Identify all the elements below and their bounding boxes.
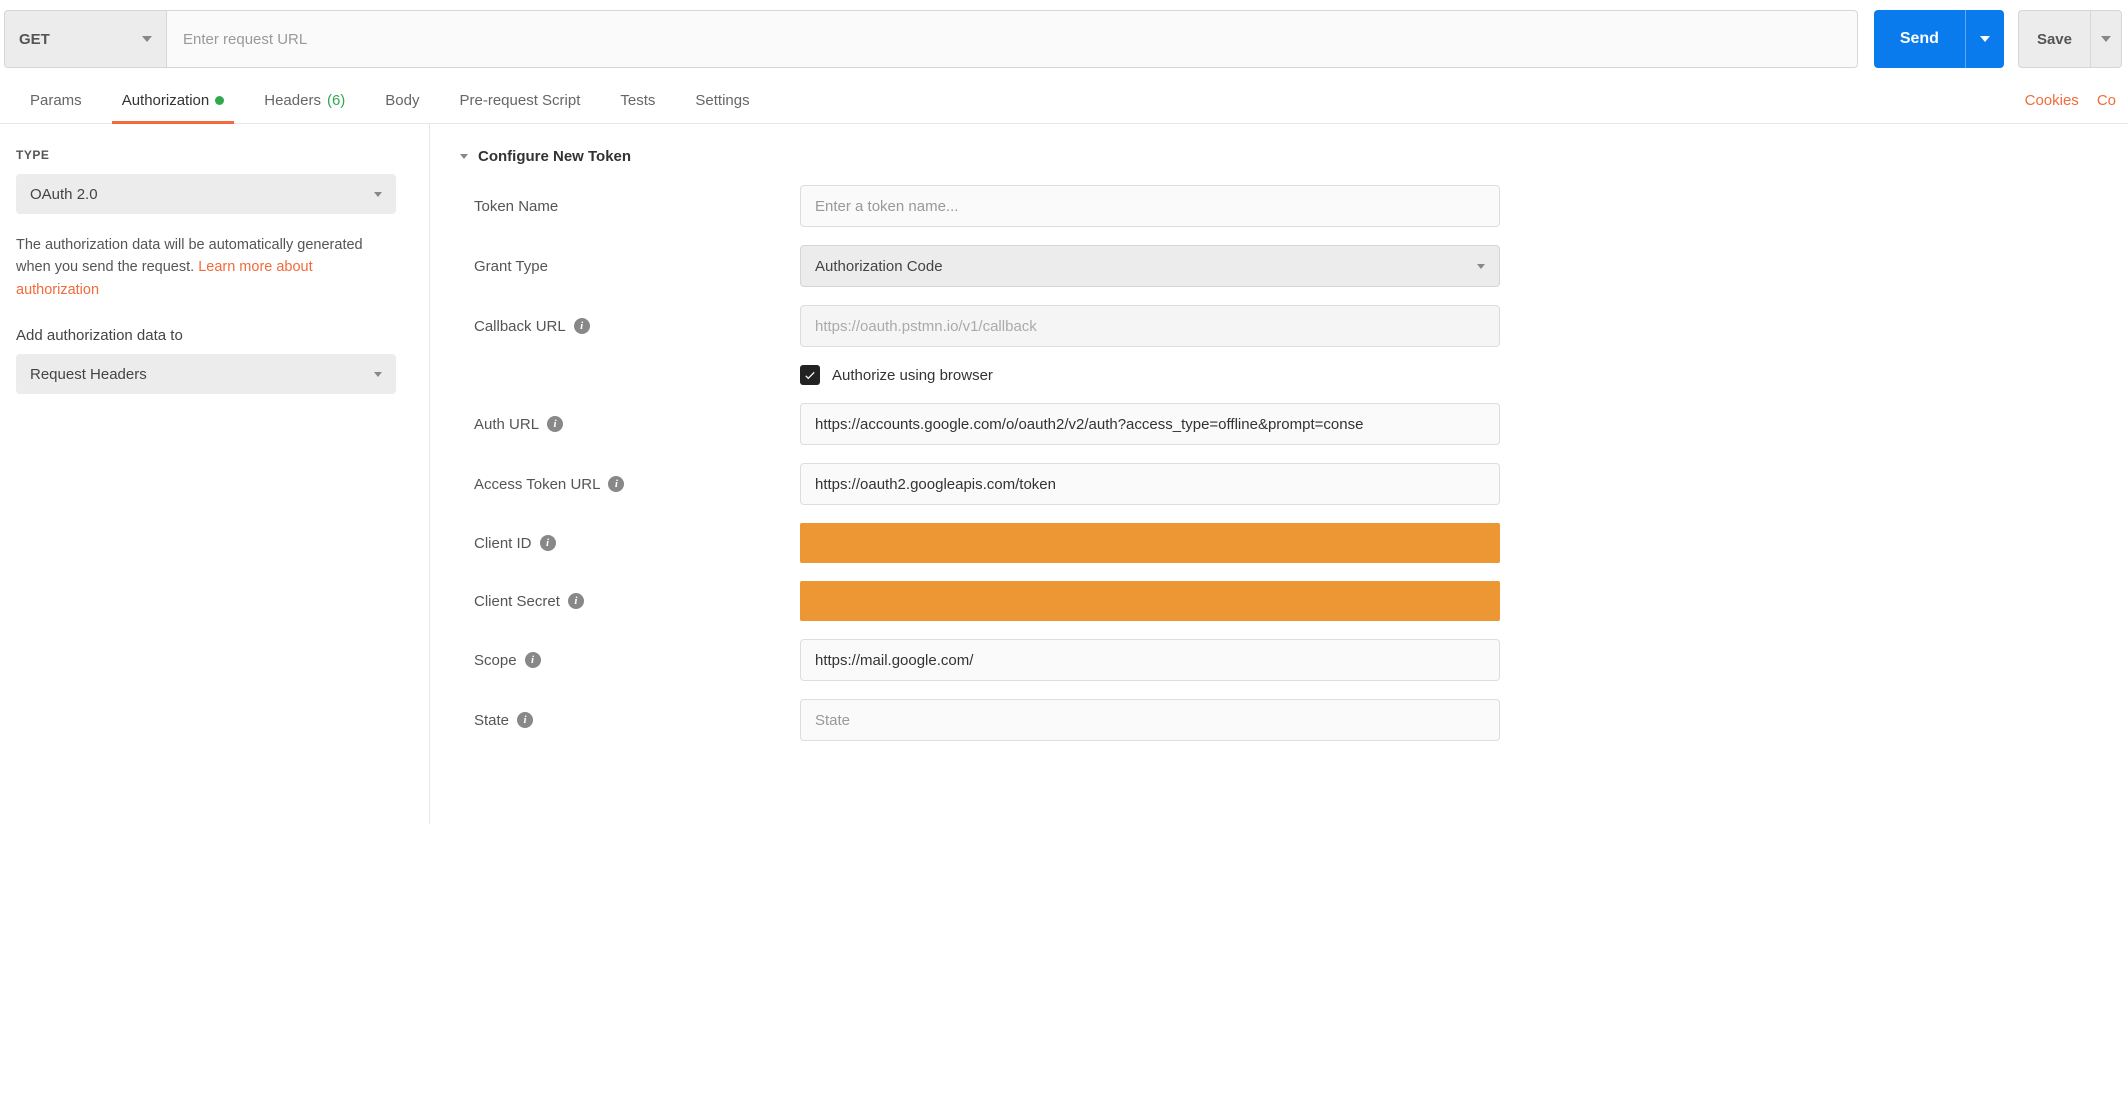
row-authorize-browser: Authorize using browser — [460, 365, 2112, 385]
tab-tests[interactable]: Tests — [600, 78, 675, 123]
client-id-label: Client ID — [474, 535, 532, 552]
chevron-down-icon — [374, 192, 382, 197]
scope-value: https://mail.google.com/ — [811, 648, 977, 673]
row-callback-url: Callback URL i — [460, 305, 2112, 347]
info-icon[interactable]: i — [525, 652, 541, 668]
access-token-url-label: Access Token URL — [474, 476, 600, 493]
row-auth-url: Auth URL i — [460, 403, 2112, 445]
add-auth-data-select[interactable]: Request Headers — [16, 354, 396, 394]
chevron-down-icon — [374, 372, 382, 377]
status-dot-icon — [215, 96, 224, 105]
tabs-right-links: Cookies Co — [2025, 92, 2118, 109]
access-token-url-input[interactable] — [800, 463, 1500, 505]
send-button-label: Send — [1874, 30, 1965, 48]
save-button-label: Save — [2019, 31, 2090, 48]
tab-params[interactable]: Params — [10, 78, 102, 123]
send-button[interactable]: Send — [1874, 10, 2004, 68]
chevron-down-icon — [1477, 264, 1485, 269]
token-name-label: Token Name — [474, 198, 558, 215]
scope-label: Scope — [474, 652, 517, 669]
info-icon[interactable]: i — [547, 416, 563, 432]
authorization-panel: TYPE OAuth 2.0 The authorization data wi… — [0, 124, 2128, 824]
grant-type-label: Grant Type — [474, 258, 548, 275]
info-icon[interactable]: i — [608, 476, 624, 492]
row-client-secret: Client Secret i — [460, 581, 2112, 621]
chevron-down-icon — [460, 154, 468, 159]
scope-input[interactable]: https://mail.google.com/ — [800, 639, 1500, 681]
row-state: State i — [460, 699, 2112, 741]
code-link[interactable]: Co — [2097, 92, 2116, 109]
send-dropdown-toggle[interactable] — [1965, 10, 2004, 68]
auth-type-title: TYPE — [16, 148, 411, 162]
row-access-token-url: Access Token URL i — [460, 463, 2112, 505]
state-label: State — [474, 712, 509, 729]
info-icon[interactable]: i — [517, 712, 533, 728]
chevron-down-icon — [1980, 36, 1990, 42]
oauth-config-form: Configure New Token Token Name Grant Typ… — [430, 124, 2128, 824]
client-secret-redacted — [800, 581, 1500, 621]
request-tabs: Params Authorization Headers (6) Body Pr… — [0, 78, 2128, 124]
callback-url-input — [800, 305, 1500, 347]
save-dropdown-toggle[interactable] — [2090, 11, 2121, 67]
check-icon — [803, 368, 817, 382]
info-icon[interactable]: i — [540, 535, 556, 551]
state-input[interactable] — [800, 699, 1500, 741]
token-name-input[interactable] — [800, 185, 1500, 227]
grant-type-select[interactable]: Authorization Code — [800, 245, 1500, 287]
configure-token-section-header[interactable]: Configure New Token — [460, 148, 2112, 165]
add-auth-data-label: Add authorization data to — [16, 327, 411, 344]
row-token-name: Token Name — [460, 185, 2112, 227]
add-auth-data-value: Request Headers — [30, 366, 147, 383]
row-scope: Scope i https://mail.google.com/ — [460, 639, 2112, 681]
chevron-down-icon — [142, 36, 152, 42]
cookies-link[interactable]: Cookies — [2025, 92, 2079, 109]
auth-type-select[interactable]: OAuth 2.0 — [16, 174, 396, 214]
client-secret-label: Client Secret — [474, 593, 560, 610]
auth-type-value: OAuth 2.0 — [30, 186, 98, 203]
info-icon[interactable]: i — [574, 318, 590, 334]
auth-url-input[interactable] — [800, 403, 1500, 445]
info-icon[interactable]: i — [568, 593, 584, 609]
request-bar: GET Send Save — [0, 0, 2128, 78]
request-url-input[interactable] — [166, 10, 1858, 68]
authorize-browser-label: Authorize using browser — [832, 367, 993, 384]
tab-prerequest-script[interactable]: Pre-request Script — [440, 78, 601, 123]
chevron-down-icon — [2101, 36, 2111, 42]
auth-sidebar: TYPE OAuth 2.0 The authorization data wi… — [0, 124, 430, 824]
save-button[interactable]: Save — [2018, 10, 2122, 68]
row-client-id: Client ID i — [460, 523, 2112, 563]
authorize-browser-checkbox[interactable] — [800, 365, 820, 385]
http-method-select[interactable]: GET — [4, 10, 166, 68]
tab-headers[interactable]: Headers (6) — [244, 78, 365, 123]
tab-authorization[interactable]: Authorization — [102, 78, 245, 123]
auth-description: The authorization data will be automatic… — [16, 234, 396, 301]
tab-settings[interactable]: Settings — [675, 78, 769, 123]
http-method-label: GET — [19, 31, 50, 48]
client-id-redacted — [800, 523, 1500, 563]
row-grant-type: Grant Type Authorization Code — [460, 245, 2112, 287]
auth-url-label: Auth URL — [474, 416, 539, 433]
tab-body[interactable]: Body — [365, 78, 439, 123]
callback-url-label: Callback URL — [474, 318, 566, 335]
